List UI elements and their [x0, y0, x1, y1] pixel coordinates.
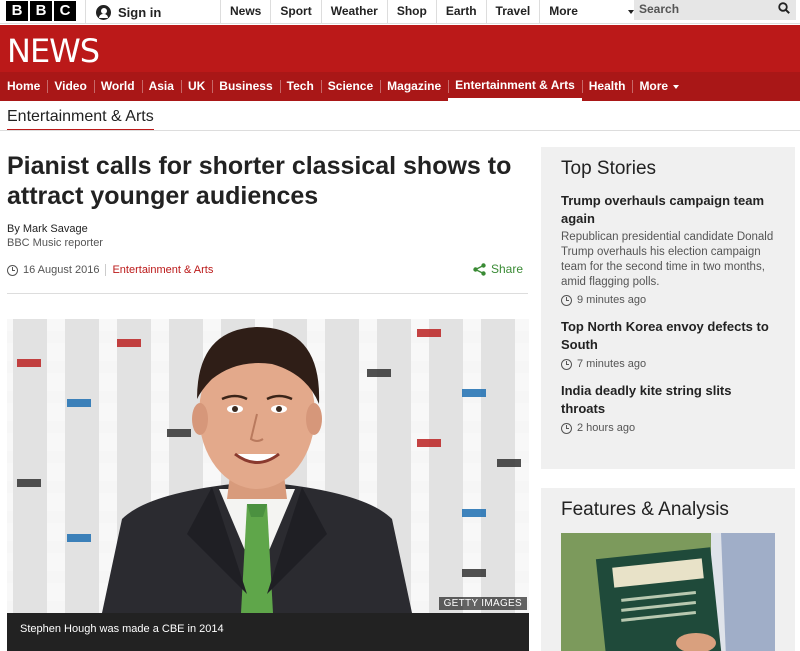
- top-stories-heading: Top Stories: [561, 158, 657, 179]
- section-nav-more-label: More: [639, 79, 669, 93]
- top-nav-travel[interactable]: Travel: [485, 0, 540, 24]
- article-author-role: BBC Music reporter: [7, 237, 103, 249]
- top-nav-weather[interactable]: Weather: [320, 0, 387, 24]
- news-banner: NEWS: [0, 25, 800, 72]
- bbc-logo-letter: B: [30, 1, 52, 21]
- section-nav-magazine[interactable]: Magazine: [380, 72, 448, 101]
- section-nav-tech[interactable]: Tech: [279, 72, 321, 101]
- story-summary: Republican presidential candidate Donald…: [561, 231, 774, 288]
- signin-link[interactable]: Sign in: [85, 0, 220, 24]
- search-icon[interactable]: [778, 2, 790, 14]
- bbc-logo-letter: C: [54, 1, 76, 21]
- search-placeholder: Search: [639, 2, 680, 16]
- story-title[interactable]: Trump overhauls campaign team again: [561, 192, 775, 228]
- top-nav-earth[interactable]: Earth: [435, 0, 486, 24]
- top-nav-more-label: More: [549, 4, 578, 18]
- section-nav-video[interactable]: Video: [47, 72, 93, 101]
- image-caption: Stephen Hough was made a CBE in 2014: [7, 613, 529, 651]
- signin-label: Sign in: [118, 4, 162, 20]
- section-nav-science[interactable]: Science: [320, 72, 380, 101]
- bbc-logo-letter: B: [6, 1, 28, 21]
- user-icon: [96, 4, 111, 20]
- top-nav-shop[interactable]: Shop: [386, 0, 436, 24]
- story-item[interactable]: Top North Korea envoy defects to South 7…: [561, 318, 775, 370]
- story-title[interactable]: Top North Korea envoy defects to South: [561, 318, 775, 354]
- section-nav-more[interactable]: More: [632, 72, 686, 101]
- clock-icon: [561, 422, 572, 434]
- top-stories-panel: Top Stories Trump overhauls campaign tea…: [541, 147, 795, 469]
- section-nav-uk[interactable]: UK: [180, 72, 212, 101]
- divider: [0, 130, 800, 131]
- section-nav-asia[interactable]: Asia: [141, 72, 181, 101]
- story-title[interactable]: India deadly kite string slits throats: [561, 382, 775, 418]
- feature-image-art: [561, 533, 775, 651]
- story-item[interactable]: India deadly kite string slits throats 2…: [561, 382, 775, 434]
- story-time-label: 2 hours ago: [577, 422, 636, 434]
- subsection-title[interactable]: Entertainment & Arts: [7, 108, 154, 131]
- search-input[interactable]: Search: [634, 0, 796, 20]
- article-headline: Pianist calls for shorter classical show…: [7, 152, 512, 210]
- feature-image[interactable]: [561, 533, 775, 651]
- divider: [105, 264, 107, 276]
- share-label: Share: [491, 262, 524, 276]
- image-credit: GETTY IMAGES: [438, 597, 527, 610]
- portrait: [102, 327, 412, 613]
- divider: [7, 293, 528, 294]
- article-date: 16 August 2016: [23, 264, 100, 276]
- masthead: B B C Sign in News Sport Weather Shop Ea…: [0, 0, 800, 24]
- chevron-down-icon: [673, 84, 680, 89]
- news-title[interactable]: NEWS: [7, 32, 100, 70]
- story-time: 7 minutes ago: [561, 358, 775, 370]
- story-item[interactable]: Trump overhauls campaign team again Repu…: [561, 192, 775, 306]
- article-section-link[interactable]: Entertainment & Arts: [112, 264, 213, 276]
- section-nav-world[interactable]: World: [93, 72, 142, 101]
- bbc-logo[interactable]: B B C: [6, 1, 76, 21]
- top-nav: News Sport Weather Shop Earth Travel Mor…: [220, 0, 644, 24]
- clock-icon: [561, 294, 572, 306]
- share-icon: [473, 262, 486, 276]
- article-meta: 16 August 2016 Entertainment & Arts: [7, 264, 213, 276]
- section-nav-home[interactable]: Home: [0, 72, 47, 101]
- top-nav-more[interactable]: More: [539, 0, 644, 24]
- story-time-label: 9 minutes ago: [577, 294, 647, 306]
- clock-icon: [7, 264, 18, 276]
- features-panel: Features & Analysis: [541, 488, 795, 651]
- story-time: 9 minutes ago: [561, 294, 775, 306]
- section-nav-entertainment-arts[interactable]: Entertainment & Arts: [448, 72, 582, 101]
- section-nav-business[interactable]: Business: [212, 72, 279, 101]
- section-nav-health[interactable]: Health: [581, 72, 633, 101]
- share-button[interactable]: Share: [473, 262, 523, 276]
- features-heading: Features & Analysis: [561, 499, 729, 520]
- article-author: By Mark Savage: [7, 223, 88, 235]
- story-time-label: 7 minutes ago: [577, 358, 647, 370]
- clock-icon: [561, 358, 572, 370]
- section-nav: Home Video World Asia UK Business Tech S…: [0, 72, 800, 101]
- top-nav-sport[interactable]: Sport: [270, 0, 320, 24]
- top-nav-news[interactable]: News: [220, 0, 270, 24]
- story-time: 2 hours ago: [561, 422, 775, 434]
- article-image: GETTY IMAGES: [7, 319, 529, 613]
